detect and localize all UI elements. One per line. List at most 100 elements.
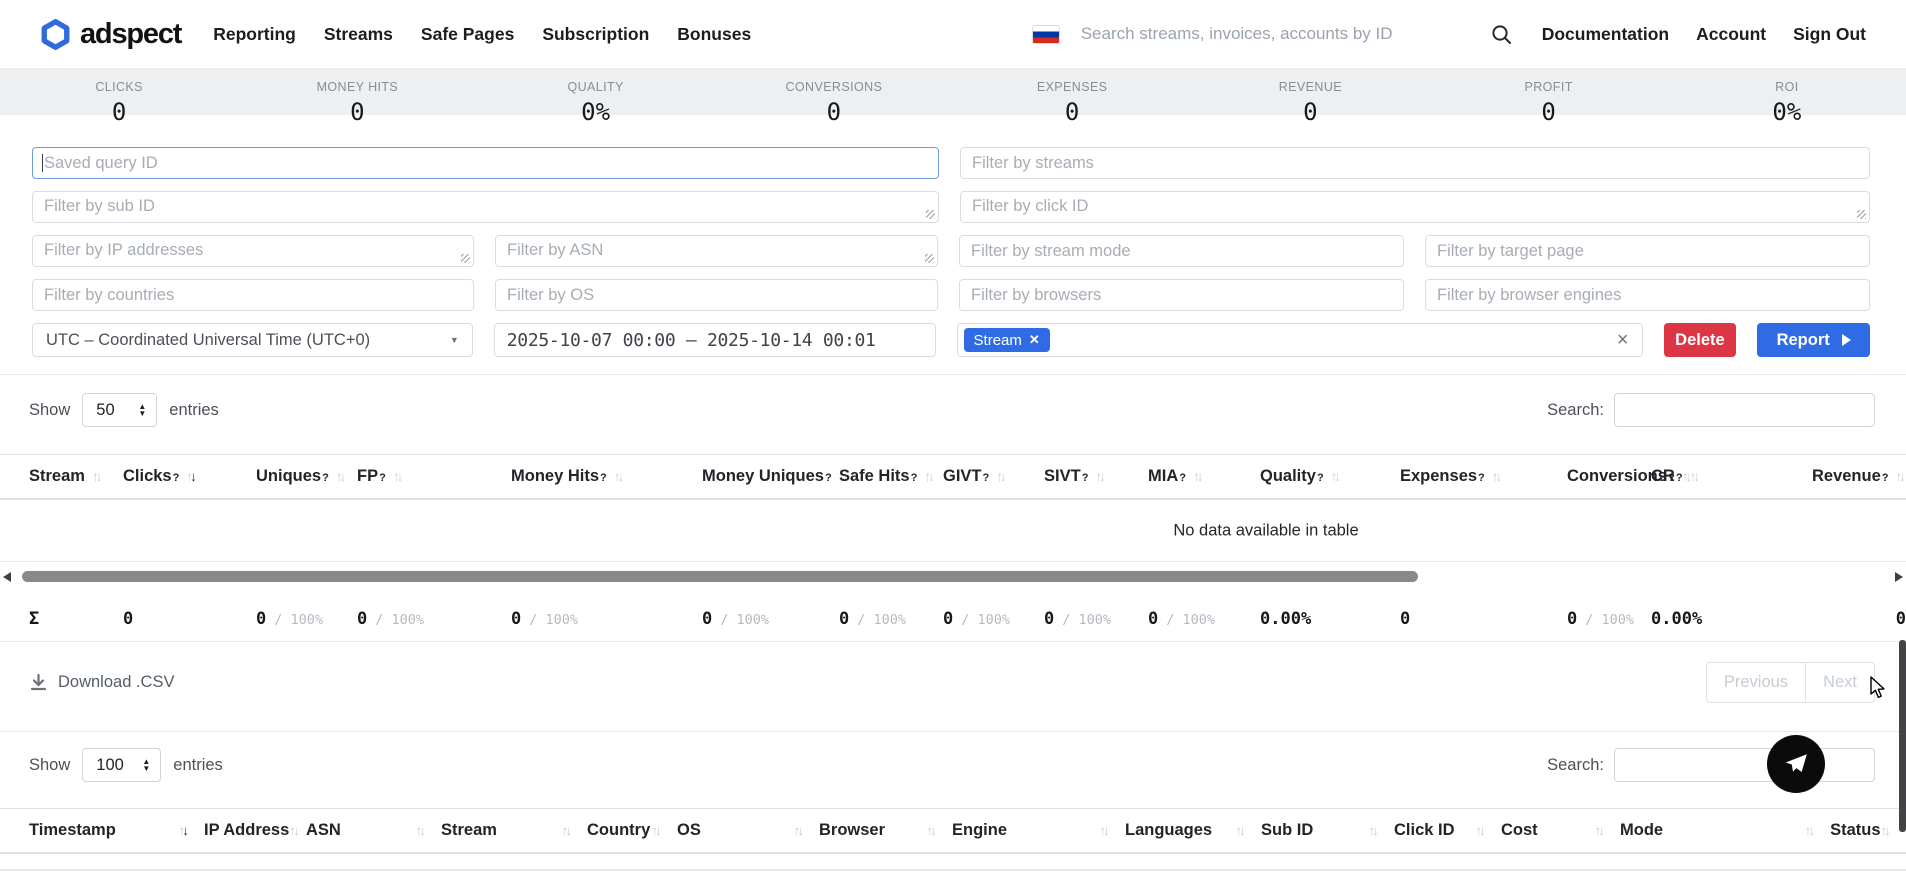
filter-subid-textarea[interactable] [32, 191, 939, 223]
table2-column-header[interactable]: Timestamp ↑↓ [29, 821, 204, 840]
help-superscript[interactable]: ? [1317, 472, 1324, 484]
table1-column-header[interactable]: FP? ↑↓ [357, 467, 511, 486]
table1-column-header[interactable]: Clicks? ↑↓ [123, 467, 256, 486]
table1-column-header[interactable]: Stream ↑↓ [29, 467, 123, 486]
scroll-left-arrow-icon[interactable] [3, 572, 11, 582]
help-superscript[interactable]: ? [825, 472, 832, 484]
filter-ip-textarea[interactable] [32, 235, 474, 267]
nav-link[interactable]: Streams [324, 24, 393, 45]
table2-column-header[interactable]: Engine ↑↓ [952, 821, 1125, 840]
filters-panel: UTC – Coordinated Universal Time (UTC+0)… [0, 146, 1906, 357]
nav-link[interactable]: Bonuses [677, 24, 751, 45]
previous-page-button[interactable]: Previous [1706, 662, 1806, 703]
summary-share: / 100% [375, 612, 424, 628]
table1-column-header[interactable]: Safe Hits? ↑↓ [839, 467, 943, 486]
sort-arrows-icon: ↑↓ [92, 469, 103, 484]
scroll-right-arrow-icon[interactable] [1895, 572, 1903, 582]
search-icon[interactable] [1491, 24, 1512, 45]
summary-cell: 0 [123, 609, 256, 629]
help-superscript[interactable]: ? [1478, 472, 1485, 484]
delete-button[interactable]: Delete [1664, 323, 1737, 357]
global-search-input[interactable] [1081, 24, 1483, 44]
filter-target-page-input[interactable] [1425, 235, 1870, 267]
table1-column-header[interactable]: Conversions? ↑↓ [1567, 467, 1651, 486]
download-csv-link[interactable]: Download .CSV [29, 673, 174, 692]
help-superscript[interactable]: ? [1676, 472, 1683, 484]
column-label: Status [1830, 821, 1880, 840]
saved-query-wrap [32, 147, 939, 179]
nav-link[interactable]: Documentation [1542, 24, 1669, 45]
table2-column-header[interactable]: Sub ID ↑↓ [1261, 821, 1394, 840]
column-label: CR [1651, 467, 1675, 486]
table1-column-header[interactable]: MIA? ↑↓ [1148, 467, 1260, 486]
table1-column-header[interactable]: Expenses? ↑↓ [1400, 467, 1567, 486]
help-superscript[interactable]: ? [322, 472, 329, 484]
table1-column-header[interactable]: Money Uniques? ↑↓ [702, 467, 839, 486]
filter-clickid-textarea[interactable] [960, 191, 1870, 223]
sort-arrows-icon: ↑↓ [924, 469, 935, 484]
help-superscript[interactable]: ? [600, 472, 607, 484]
nav-link[interactable]: Reporting [213, 24, 296, 45]
filter-countries-input[interactable] [32, 279, 474, 311]
horizontal-scrollbar[interactable] [0, 568, 1906, 585]
table2-column-header[interactable]: Country ↑↓ [587, 821, 677, 840]
table1-column-header[interactable]: Revenue? ↑↓ [1812, 467, 1906, 486]
filter-streams-input[interactable] [960, 147, 1870, 179]
clear-tags-icon[interactable]: × [1617, 330, 1629, 350]
help-superscript[interactable]: ? [1179, 472, 1186, 484]
date-range-input[interactable] [494, 323, 936, 357]
group-by-select[interactable]: Stream ✕ × [957, 323, 1643, 357]
page-size-select[interactable]: 50 ▲▼ [82, 393, 157, 427]
help-superscript[interactable]: ? [1082, 472, 1089, 484]
nav-link[interactable]: Safe Pages [421, 24, 514, 45]
table2-column-header[interactable]: Stream ↑↓ [441, 821, 587, 840]
table2-column-header[interactable]: OS ↑↓ [677, 821, 819, 840]
remove-tag-icon[interactable]: ✕ [1029, 332, 1040, 348]
filter-browsers-input[interactable] [959, 279, 1404, 311]
help-superscript[interactable]: ? [1882, 472, 1889, 484]
vertical-scrollbar-thumb[interactable] [1899, 640, 1906, 832]
table2-column-header[interactable]: Click ID ↑↓ [1394, 821, 1501, 840]
nav-link[interactable]: Subscription [542, 24, 649, 45]
report-button[interactable]: Report [1757, 323, 1870, 357]
nav-link[interactable]: Sign Out [1793, 24, 1866, 45]
saved-query-input[interactable] [32, 147, 939, 179]
filter-asn-textarea[interactable] [495, 235, 938, 267]
filter-os-input[interactable] [495, 279, 938, 311]
table1-column-header[interactable]: Quality? ↑↓ [1260, 467, 1400, 486]
sort-arrows-icon: ↑↓ [1805, 823, 1816, 838]
filter-stream-mode-input[interactable] [959, 235, 1404, 267]
telegram-chat-button[interactable] [1767, 735, 1825, 793]
group-tag[interactable]: Stream ✕ [964, 328, 1050, 352]
table2-column-header[interactable]: ASN ↑↓ [306, 821, 441, 840]
table1-column-header[interactable]: CR? ↑↓ [1651, 467, 1812, 486]
table2-column-header[interactable]: Status ↑↓ [1830, 821, 1906, 840]
table1-column-header[interactable]: GIVT? ↑↓ [943, 467, 1044, 486]
scrollbar-thumb[interactable] [22, 571, 1418, 582]
help-superscript[interactable]: ? [379, 472, 386, 484]
filter-browser-engines-input[interactable] [1425, 279, 1870, 311]
russia-flag-icon[interactable] [1033, 26, 1059, 43]
help-superscript[interactable]: ? [983, 472, 990, 484]
table2-column-header[interactable]: IP Address ↑↓ [204, 821, 306, 840]
timezone-value: UTC – Coordinated Universal Time (UTC+0) [46, 331, 370, 350]
timezone-select[interactable]: UTC – Coordinated Universal Time (UTC+0)… [32, 323, 473, 357]
page-size-select[interactable]: 100 ▲▼ [82, 748, 161, 782]
table1-search-input[interactable] [1614, 393, 1875, 427]
download-csv-label: Download .CSV [58, 673, 174, 692]
table2-search-input[interactable] [1614, 748, 1875, 782]
table2-column-header[interactable]: Languages ↑↓ [1125, 821, 1261, 840]
next-page-button[interactable]: Next [1806, 662, 1875, 703]
table2-column-header[interactable]: Browser ↑↓ [819, 821, 952, 840]
table1-column-header[interactable]: Money Hits? ↑↓ [511, 467, 702, 486]
table1-column-header[interactable]: SIVT? ↑↓ [1044, 467, 1148, 486]
table2-column-header[interactable]: Mode ↑↓ [1620, 821, 1830, 840]
stat-value: 0 [238, 98, 476, 126]
help-superscript[interactable]: ? [173, 472, 180, 484]
help-superscript[interactable]: ? [911, 472, 918, 484]
table1-column-header[interactable]: Uniques? ↑↓ [256, 467, 357, 486]
table1-header-row: Stream ↑↓ Clicks? ↑↓ Uniques? [0, 454, 1906, 500]
nav-link[interactable]: Account [1696, 24, 1766, 45]
logo[interactable]: adspect [40, 18, 181, 51]
table2-column-header[interactable]: Cost ↑↓ [1501, 821, 1620, 840]
